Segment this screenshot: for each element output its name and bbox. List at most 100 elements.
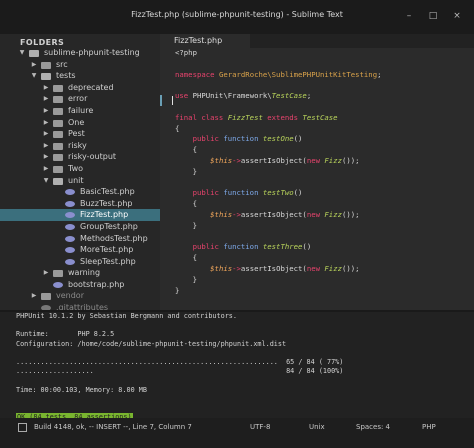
build-status: Build 4148, ok, -- INSERT --, Line 7, Co… [34,423,192,431]
collapsed-arrow-icon[interactable]: ▶ [42,128,50,140]
encoding-status[interactable]: UTF-8 [250,423,270,431]
sidebar-item-label: FizzTest.php [80,210,129,220]
code-line[interactable]: } [175,167,382,178]
code-line[interactable]: <?php [175,48,382,59]
code-line[interactable] [175,178,382,189]
code-line[interactable]: namespace GerardRoche\SublimePHPUnitKitT… [175,70,382,81]
maximize-button[interactable]: □ [428,11,438,21]
code-line[interactable]: $this->assertIsObject(new Fizz()); [175,210,382,221]
code-token: FizzTest [227,112,268,122]
code-token: public [175,242,224,252]
code-line[interactable] [175,102,382,113]
collapsed-arrow-icon[interactable]: ▶ [30,59,38,71]
expanded-arrow-icon[interactable]: ▼ [42,175,50,187]
folder-icon [53,270,63,278]
sidebar-item[interactable]: GroupTest.php [0,221,160,233]
php-file-icon [53,281,63,288]
code-line[interactable]: { [175,124,382,135]
indentation-status[interactable]: Spaces: 4 [356,423,390,431]
code-line[interactable] [175,59,382,70]
code-line[interactable]: $this->assertIsObject(new Fizz()); [175,156,382,167]
code-line[interactable]: } [175,221,382,232]
expanded-arrow-icon[interactable]: ▼ [30,70,38,82]
code-token: class [201,112,228,122]
minimize-button[interactable]: – [404,11,414,21]
code-token: function [223,242,263,252]
code-token: testOne [262,134,294,144]
sidebar-item-label: tests [56,71,76,81]
code-line[interactable]: } [175,286,382,297]
code-editor[interactable]: <?php namespace GerardRoche\SublimePHPUni… [160,48,474,310]
code-token: } [175,166,197,176]
collapsed-arrow-icon[interactable]: ▶ [42,140,50,152]
folders-header: FOLDERS [20,38,65,47]
code-token: namespace [175,69,219,79]
code-content[interactable]: <?php namespace GerardRoche\SublimePHPUni… [175,48,382,296]
code-line[interactable] [175,80,382,91]
expanded-arrow-icon[interactable]: ▼ [18,47,26,59]
sidebar-item[interactable]: ▶ warning [0,267,160,279]
line-endings-status[interactable]: Unix [309,423,325,431]
code-line[interactable]: { [175,145,382,156]
panel-toggle-icon[interactable] [18,423,27,432]
sidebar-item[interactable]: ▶ failure [0,105,160,117]
code-line[interactable]: } [175,275,382,286]
code-token: new [306,263,325,273]
sidebar-item[interactable]: bootstrap.php [0,279,160,291]
sidebar-item[interactable]: ▶ risky-output [0,151,160,163]
tab-fizztest[interactable]: FizzTest.php [160,34,250,48]
sidebar-item[interactable]: ▼ sublime-phpunit-testing [0,47,160,59]
test-output: PHPUnit 10.1.2 by Sebastian Bergmann and… [16,312,343,423]
sidebar-item[interactable]: ▶ src [0,59,160,71]
folder-icon [53,142,63,150]
sidebar-item[interactable]: ▶ error [0,93,160,105]
sidebar-item-label: risky [68,140,87,150]
php-file-icon [65,223,75,230]
sidebar-item[interactable]: ▶ Pest [0,128,160,140]
sidebar-item[interactable]: .gitattributes [0,302,160,310]
sidebar-item[interactable]: ▶ deprecated [0,82,160,94]
code-token: extends [267,112,303,122]
code-line[interactable]: public function testTwo() [175,188,382,199]
code-line[interactable]: { [175,253,382,264]
sidebar-item[interactable]: FizzTest.php [0,209,160,221]
sidebar-item[interactable]: ▼ tests [0,70,160,82]
sidebar-item[interactable]: ▶ risky [0,140,160,152]
sidebar-item[interactable]: MoreTest.php [0,244,160,256]
code-token: use [175,91,193,101]
code-line[interactable]: { [175,199,382,210]
collapsed-arrow-icon[interactable]: ▶ [42,105,50,117]
sidebar-item[interactable]: MethodsTest.php [0,233,160,245]
window-title: FizzTest.php (sublime-phpunit-testing) -… [131,10,343,19]
syntax-status[interactable]: PHP [422,423,436,431]
collapsed-arrow-icon[interactable]: ▶ [42,151,50,163]
sidebar-item-label: unit [68,175,84,185]
sidebar-item[interactable]: BuzzTest.php [0,198,160,210]
sidebar-item[interactable]: ▶ vendor [0,290,160,302]
close-button[interactable]: × [452,11,462,21]
sidebar-item[interactable]: SleepTest.php [0,256,160,268]
folder-icon [53,96,63,104]
sidebar-item[interactable]: ▶ Two [0,163,160,175]
collapsed-arrow-icon[interactable]: ▶ [42,117,50,129]
collapsed-arrow-icon[interactable]: ▶ [42,93,50,105]
collapsed-arrow-icon[interactable]: ▶ [42,82,50,94]
collapsed-arrow-icon[interactable]: ▶ [30,290,38,302]
code-line[interactable]: use PHPUnit\Framework\TestCase; [175,91,382,102]
sidebar-item-label: BuzzTest.php [80,198,133,208]
code-line[interactable]: $this->assertIsObject(new Fizz()); [175,264,382,275]
code-line[interactable]: final class FizzTest extends TestCase [175,113,382,124]
sidebar-item[interactable]: BasicTest.php [0,186,160,198]
sidebar-item-label: MoreTest.php [80,245,134,255]
code-token: ; [306,91,312,101]
sidebar-item[interactable]: ▶ One [0,117,160,129]
collapsed-arrow-icon[interactable]: ▶ [42,267,50,279]
code-line[interactable]: public function testOne() [175,134,382,145]
code-line[interactable] [175,232,382,243]
php-file-icon [65,258,75,265]
code-line[interactable]: public function testThree() [175,242,382,253]
sidebar-item[interactable]: ▼ unit [0,175,160,187]
collapsed-arrow-icon[interactable]: ▶ [42,163,50,175]
code-token: function [223,188,263,198]
